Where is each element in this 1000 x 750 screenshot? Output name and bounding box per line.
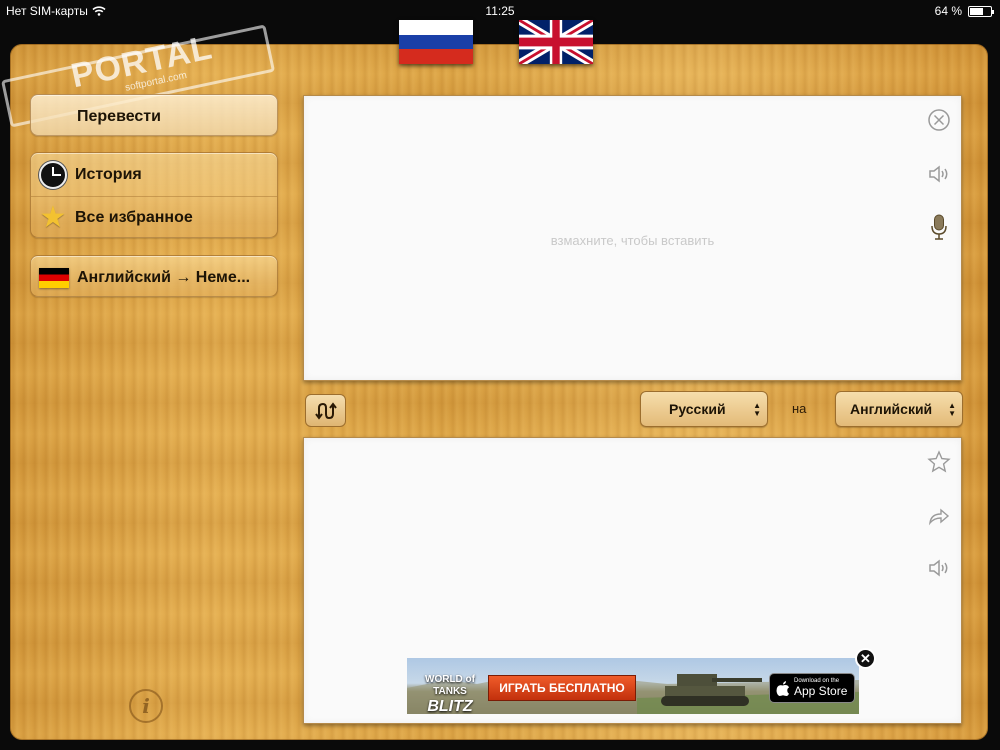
- ad-banner[interactable]: WORLD of TANKS BLITZ ИГРАТЬ БЕСПЛАТНО Do…: [407, 658, 859, 714]
- tank-image: [661, 674, 762, 706]
- status-bar: Нет SIM-карты 11:25 64 %: [0, 0, 1000, 20]
- ad-play-button[interactable]: ИГРАТЬ БЕСПЛАТНО: [488, 675, 636, 701]
- sidebar-item-language-pair[interactable]: Английский → Неме...: [30, 255, 278, 297]
- sidebar-item-label: Все избранное: [75, 209, 193, 226]
- ad-game-line1: WORLD of TANKS: [425, 674, 475, 697]
- ad-game-line2: BLITZ: [427, 698, 473, 714]
- chevron-updown-icon: ▲ ▼: [948, 401, 956, 418]
- source-placeholder: взмахните, чтобы вставить: [550, 233, 715, 248]
- app-store-name: App Store: [794, 684, 848, 698]
- sidebar-item-label: История: [75, 165, 142, 183]
- microphone-icon[interactable]: [927, 213, 951, 241]
- battery-percent: 64 %: [934, 4, 962, 18]
- source-language-label: Русский: [669, 401, 726, 417]
- language-pair-row: Английский → Неме...: [31, 256, 277, 299]
- british-flag-icon[interactable]: [519, 20, 593, 64]
- star-icon[interactable]: [927, 450, 951, 474]
- target-language-label: Английский: [850, 401, 933, 417]
- swap-languages-button[interactable]: [305, 394, 346, 427]
- to-label: на: [792, 401, 807, 416]
- ad-close-button[interactable]: ✕: [855, 648, 876, 669]
- target-language-select[interactable]: Английский ▲ ▼: [835, 391, 963, 427]
- battery-icon: [968, 5, 994, 17]
- clock-icon: [39, 160, 67, 189]
- speaker-icon[interactable]: [927, 556, 951, 580]
- share-icon[interactable]: [927, 504, 951, 528]
- sidebar-item-history[interactable]: История: [31, 153, 277, 196]
- swap-icon: [314, 401, 337, 420]
- sidebar-item-label: Английский → Неме...: [77, 268, 251, 286]
- german-flag-icon: [39, 267, 69, 288]
- info-button[interactable]: i: [129, 689, 163, 723]
- sidebar-item-label: Перевести: [77, 107, 161, 125]
- status-right: 64 %: [934, 4, 994, 18]
- app-store-badge[interactable]: Download on the App Store: [769, 673, 855, 703]
- ad-game-logo: WORLD of TANKS BLITZ: [411, 664, 489, 714]
- sidebar-group-history: История ★ Все избранное: [30, 152, 278, 238]
- clock-label: 11:25: [485, 4, 515, 18]
- apple-icon: [776, 681, 789, 696]
- sidebar-item-translate[interactable]: Перевести: [30, 94, 278, 136]
- translate-row: Перевести: [31, 95, 277, 138]
- speaker-icon[interactable]: [927, 162, 951, 186]
- app-store-text: Download on the App Store: [794, 678, 847, 698]
- russian-flag-icon[interactable]: [399, 20, 473, 64]
- star-icon: ★: [39, 201, 67, 234]
- clear-icon[interactable]: [927, 108, 951, 132]
- source-text-area[interactable]: взмахните, чтобы вставить: [303, 95, 962, 381]
- chevron-updown-icon: ▲ ▼: [753, 401, 761, 418]
- sidebar-item-favorites[interactable]: ★ Все избранное: [31, 196, 277, 239]
- source-language-select[interactable]: Русский ▲ ▼: [640, 391, 768, 427]
